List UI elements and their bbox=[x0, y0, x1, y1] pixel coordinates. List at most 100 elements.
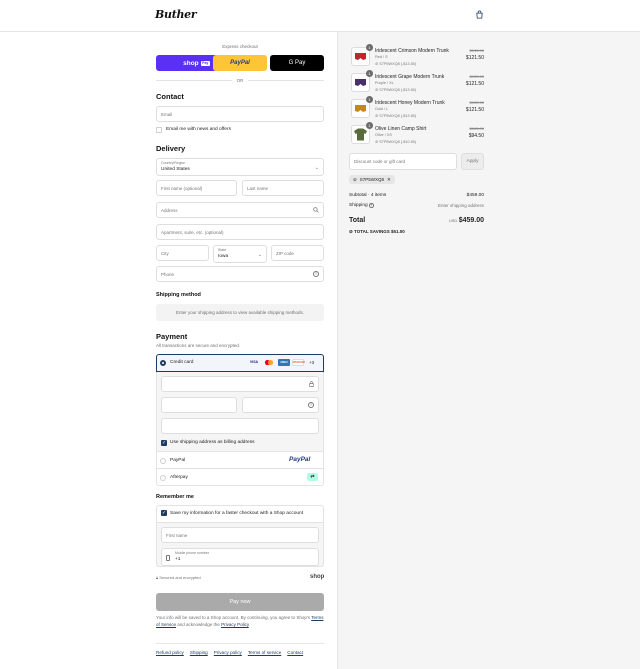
total-amount: USD $459.00 bbox=[414, 217, 484, 224]
zip-field[interactable]: ZIP code bbox=[271, 245, 324, 261]
google-pay-button[interactable]: G Pay bbox=[270, 55, 324, 71]
total-label: Total bbox=[349, 217, 366, 224]
item-name: Iridescent Honey Modern Trunk bbox=[375, 100, 445, 106]
email-field[interactable]: Email bbox=[156, 106, 324, 122]
secure-note: 🔒︎ Secured and encrypted bbox=[156, 575, 201, 580]
footer-divider bbox=[156, 643, 324, 644]
last-name-placeholder: Last name bbox=[247, 186, 269, 191]
help-icon[interactable]: ? bbox=[369, 203, 374, 208]
shop-disclaimer: Your info will be saved to a Shop accoun… bbox=[156, 615, 324, 628]
remember-me-heading: Remember me bbox=[156, 494, 194, 500]
google-pay-label: G Pay bbox=[288, 60, 306, 66]
address-field[interactable]: Address bbox=[156, 202, 324, 218]
footer-link-refund-policy[interactable]: Refund policy bbox=[156, 650, 184, 655]
mobile-phone-value: +1 bbox=[175, 557, 181, 562]
paypal-radio[interactable] bbox=[160, 458, 166, 464]
trunk-icon bbox=[355, 79, 366, 86]
billing-address-checkbox[interactable]: ✓ bbox=[161, 440, 167, 446]
phone-placeholder: Phone bbox=[161, 272, 175, 277]
secure-text: Secured and encrypted bbox=[159, 575, 201, 580]
help-icon[interactable]: ? bbox=[308, 402, 314, 408]
chevron-down-icon: ⌄ bbox=[314, 165, 319, 171]
footer-link-shipping[interactable]: Shipping bbox=[190, 650, 208, 655]
item-variant: Olive / XS bbox=[375, 133, 392, 137]
expiration-field[interactable] bbox=[161, 397, 237, 413]
footer-link-privacy-policy[interactable]: Privacy policy bbox=[214, 650, 242, 655]
shop-pay-label: shop bbox=[183, 59, 199, 67]
apartment-placeholder: Apartment, suite, etc. (optional) bbox=[161, 230, 224, 235]
city-placeholder: City bbox=[161, 251, 169, 256]
close-icon[interactable]: ✕ bbox=[387, 177, 391, 183]
shipping-summary-label: Shipping ? bbox=[349, 203, 374, 208]
chevron-down-icon: ⌄ bbox=[257, 252, 262, 258]
city-field[interactable]: City bbox=[156, 245, 209, 261]
item-price: $121.50 bbox=[465, 81, 484, 87]
card-number-field[interactable] bbox=[161, 376, 319, 392]
state-label: State bbox=[218, 248, 227, 252]
item-color-swatch bbox=[354, 128, 367, 141]
discount-code-placeholder: Discount code or gift card bbox=[354, 159, 406, 164]
apply-discount-button[interactable]: Apply bbox=[461, 153, 484, 170]
afterpay-radio[interactable] bbox=[160, 475, 166, 481]
phone-field[interactable]: Phone ? bbox=[156, 266, 324, 282]
item-color-swatch bbox=[355, 53, 366, 60]
contact-heading: Contact bbox=[156, 92, 184, 101]
delivery-heading: Delivery bbox=[156, 144, 186, 153]
total-value: $459.00 bbox=[458, 217, 484, 224]
state-select[interactable]: State Iowa ⌄ bbox=[213, 245, 267, 263]
search-icon bbox=[313, 207, 319, 213]
item-quantity-badge: 1 bbox=[366, 122, 373, 129]
discount-code-field[interactable]: Discount code or gift card bbox=[349, 153, 457, 170]
mastercard-icon bbox=[263, 359, 275, 366]
afterpay-icon: ⇄ bbox=[307, 473, 318, 481]
footer-links: Refund policy Shipping Privacy policy Te… bbox=[156, 650, 303, 655]
news-checkbox[interactable] bbox=[156, 127, 162, 133]
mobile-phone-field[interactable]: Mobile phone number +1 bbox=[161, 548, 319, 566]
shopping-bag-icon[interactable] bbox=[475, 10, 484, 19]
item-discount: ⊘ S7P5WXQ8 (-$13.50) bbox=[375, 113, 416, 118]
item-variant: Purple / XL bbox=[375, 81, 394, 85]
first-name-field[interactable]: First name (optional) bbox=[156, 180, 237, 196]
mobile-phone-icon bbox=[166, 555, 170, 561]
shop-first-name-field[interactable]: First name bbox=[161, 527, 319, 543]
footer-link-contact[interactable]: Contact bbox=[287, 650, 303, 655]
shipping-method-notice: Enter your shipping address to view avai… bbox=[156, 304, 324, 321]
credit-card-radio[interactable] bbox=[160, 360, 166, 366]
item-name: Iridescent Grape Modern Trunk bbox=[375, 74, 445, 80]
apartment-field[interactable]: Apartment, suite, etc. (optional) bbox=[156, 224, 324, 240]
item-price: $121.50 bbox=[465, 55, 484, 61]
country-select[interactable]: Country/Region United States ⌄ bbox=[156, 158, 324, 176]
total-savings: ⊘ TOTAL SAVINGS $51.00 bbox=[349, 229, 405, 235]
header: Buther bbox=[0, 0, 640, 32]
item-discount-text: S7P5WXQ8 (-$13.50) bbox=[379, 62, 417, 66]
privacy-policy-link[interactable]: Privacy Policy bbox=[221, 622, 249, 627]
disclaimer-text: Your info will be saved to a Shop accoun… bbox=[156, 615, 311, 620]
save-info-label: Save my information for a faster checkou… bbox=[170, 511, 304, 516]
item-original-price: $135.00 bbox=[469, 100, 484, 105]
shop-first-name-placeholder: First name bbox=[166, 533, 188, 538]
save-info-checkbox[interactable]: ✓ bbox=[161, 510, 167, 516]
divider-left bbox=[156, 80, 232, 81]
last-name-field[interactable]: Last name bbox=[242, 180, 324, 196]
news-checkbox-label: Email me with news and offers bbox=[166, 127, 231, 132]
security-code-field[interactable]: ? bbox=[242, 397, 319, 413]
shipping-summary-value: Enter shipping address bbox=[437, 203, 484, 208]
applied-discount-chip: ⊘ S7P5WXQ8 ✕ bbox=[349, 175, 395, 184]
express-checkout-title: Express checkout bbox=[222, 44, 258, 49]
disclaimer-and: and acknowledge the bbox=[177, 621, 220, 627]
name-on-card-field[interactable] bbox=[161, 418, 319, 434]
total-savings-label: TOTAL SAVINGS bbox=[354, 229, 390, 234]
country-value: United States bbox=[161, 167, 190, 172]
pay-now-button[interactable]: Pay now bbox=[156, 593, 324, 611]
item-price: $94.50 bbox=[468, 133, 484, 139]
shop-pay-tag: Pay bbox=[200, 60, 210, 66]
state-value: Iowa bbox=[218, 254, 229, 259]
footer-link-terms-of-service[interactable]: Terms of service bbox=[248, 650, 281, 655]
item-name: Olive Linen Camp Shirt bbox=[375, 126, 427, 132]
trunk-icon bbox=[355, 53, 366, 60]
help-icon[interactable]: ? bbox=[313, 271, 319, 277]
paypal-express-button[interactable]: PayPal bbox=[213, 55, 267, 71]
brand-logo[interactable]: Buther bbox=[155, 8, 197, 21]
item-discount-text: S7P5WXQ8 (-$13.50) bbox=[379, 114, 417, 118]
shop-logo: shop bbox=[310, 574, 325, 580]
